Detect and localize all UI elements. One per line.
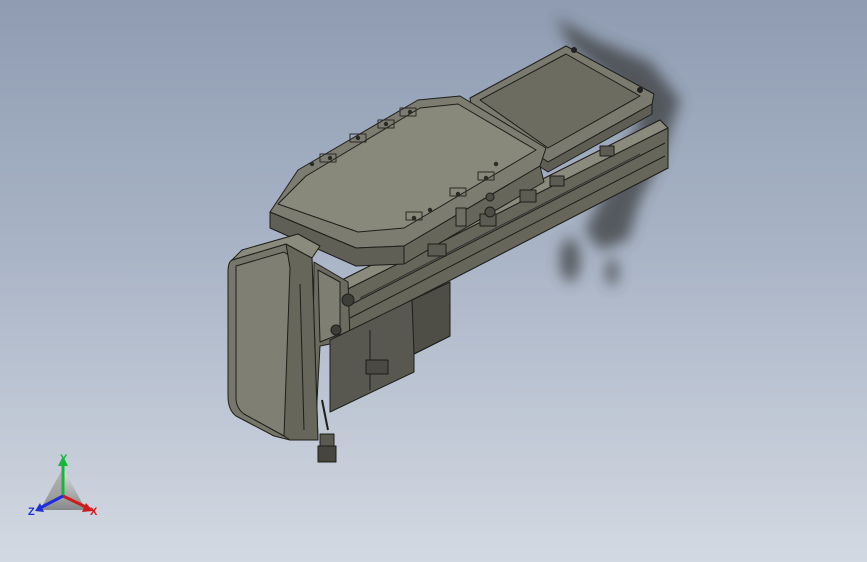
- y-axis-label: Y: [60, 453, 68, 465]
- graphics-viewport[interactable]: Y X Z: [0, 0, 867, 562]
- z-axis-label: Z: [28, 506, 35, 518]
- view-orientation-triad[interactable]: Y X Z: [0, 0, 867, 562]
- x-axis-label: X: [90, 506, 98, 518]
